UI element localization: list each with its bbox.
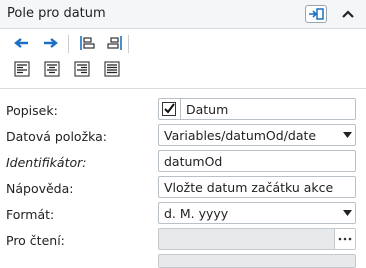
text-align-justify-icon[interactable] [101,59,123,79]
toolbar-separator [128,35,129,53]
popisek-label: Popisek: [6,103,58,118]
datova-polozka-select[interactable]: Variables/datumOd/date [158,124,356,146]
format-label: Formát: [6,207,55,222]
field-divider [180,99,181,119]
arrow-right-icon[interactable] [40,33,62,53]
text-align-right-icon[interactable] [71,59,93,79]
popisek-value: Datum [186,102,229,117]
datova-polozka-label: Datová položka: [6,129,108,144]
identifikator-label: Identifikátor: [6,155,87,170]
napoveda-label: Nápověda: [6,181,74,196]
dock-panel-icon[interactable] [305,5,327,23]
next-field[interactable] [158,254,356,268]
identifikator-value: datumOd [164,154,223,169]
dropdown-arrow-icon[interactable] [339,203,355,223]
popisek-field[interactable]: Datum [158,98,356,120]
panel-title: Pole pro datum [7,6,106,21]
dropdown-arrow-icon[interactable] [339,125,355,145]
text-align-center-icon[interactable] [41,59,63,79]
chevron-up-icon[interactable] [337,4,359,24]
napoveda-value: Vložte datum začátku akce [164,180,334,195]
panel-header: Pole pro datum [0,0,366,29]
format-value: d. M. yyyy [164,206,229,221]
napoveda-input[interactable]: Vložte datum začátku akce [158,176,356,198]
align-right-edge-icon[interactable] [104,33,126,53]
toolbar-separator [68,35,69,53]
datova-polozka-value: Variables/datumOd/date [164,128,317,143]
text-align-left-icon[interactable] [11,59,33,79]
identifikator-input[interactable]: datumOd [158,150,356,172]
pro-cteni-input[interactable] [158,228,356,250]
popisek-visible-checkbox[interactable] [162,102,176,116]
align-left-edge-icon[interactable] [76,33,98,53]
format-select[interactable]: d. M. yyyy [158,202,356,224]
section-divider [0,88,366,89]
arrow-left-icon[interactable] [10,33,32,53]
ellipsis-icon[interactable] [334,229,355,249]
pro-cteni-label: Pro čtení: [6,233,65,248]
